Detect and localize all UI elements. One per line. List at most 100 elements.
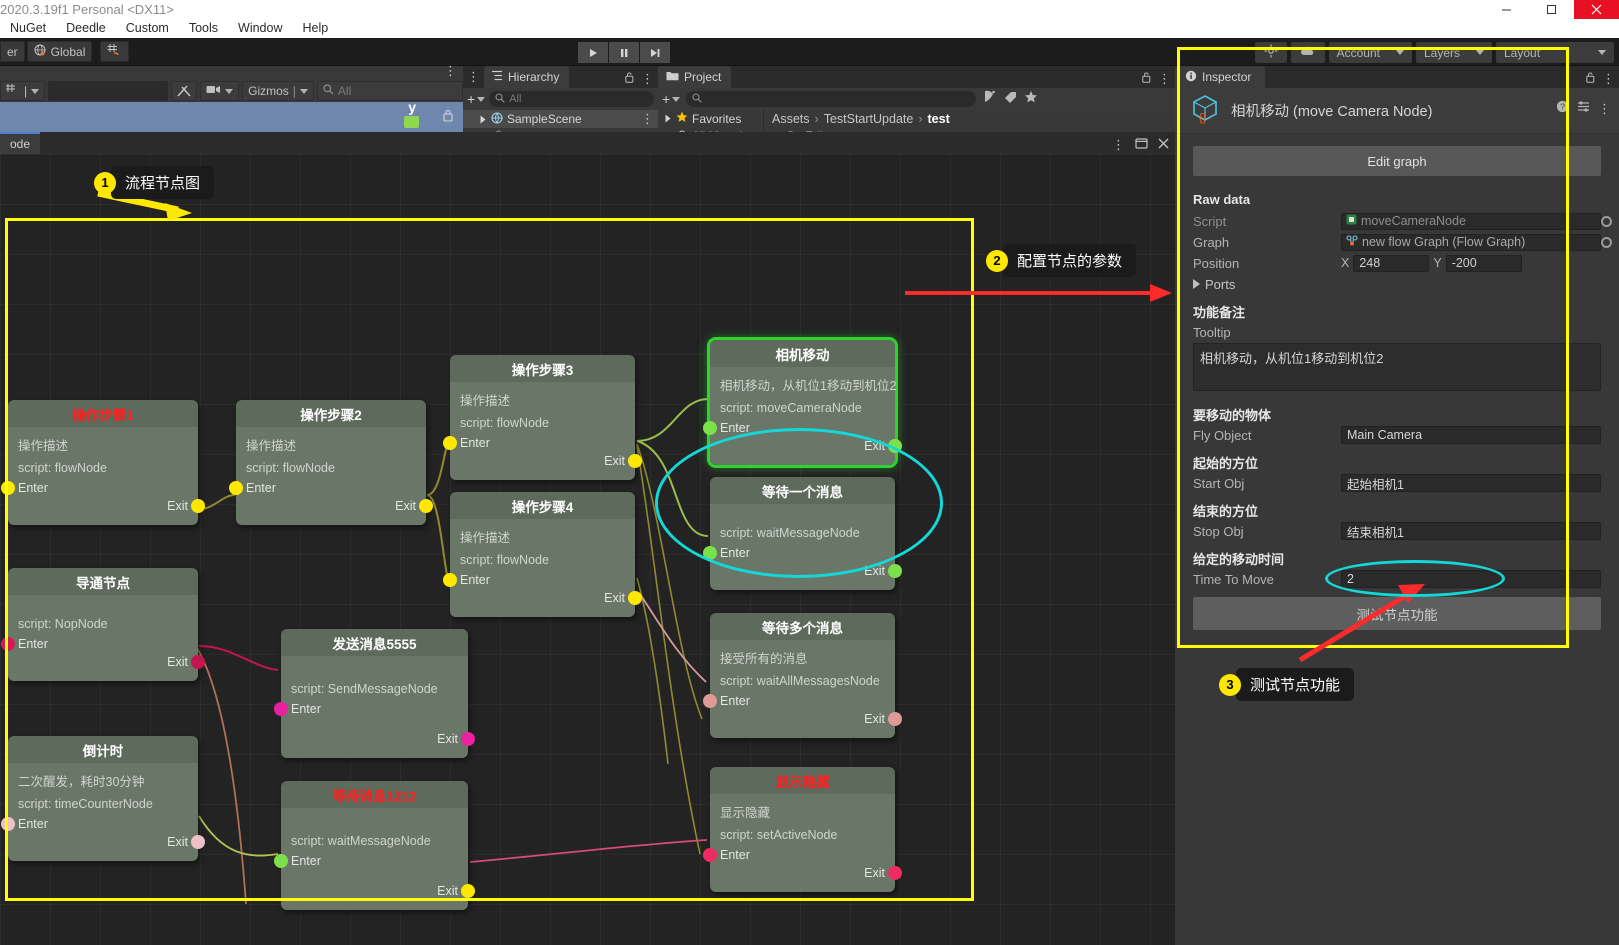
exit-port-dot[interactable] [191,655,205,669]
fly-object-input[interactable]: Main Camera [1341,426,1601,444]
graph-object-field[interactable]: new flow Graph (Flow Graph) [1341,233,1612,251]
position-x-input[interactable]: 248 [1353,254,1430,272]
ports-foldout[interactable]: Ports [1193,274,1601,294]
tooltip-textarea[interactable]: 相机移动，从机位1移动到机位2 [1193,343,1601,391]
hierarchy-menu-icon[interactable]: ⋮ [641,72,654,85]
kebab-menu-icon[interactable]: ⋮ [1598,102,1611,115]
cloud-button[interactable] [1290,42,1325,63]
step-button[interactable] [640,42,670,63]
breadcrumb-assets[interactable]: Assets [772,112,810,126]
exit-port-dot[interactable] [628,454,642,468]
exit-port-dot[interactable] [191,835,205,849]
panel-lock-icon[interactable] [1586,70,1595,88]
object-picker-icon[interactable] [1601,215,1612,227]
test-node-function-button[interactable]: 测试节点功能 [1193,597,1601,630]
object-picker-icon[interactable] [1601,236,1612,248]
chevron-down-icon[interactable] [665,114,671,123]
help-icon[interactable]: ? [1556,100,1569,118]
tab-inspector[interactable]: Inspector [1175,66,1266,88]
scene-search-input[interactable]: All [316,81,463,101]
account-dropdown[interactable]: Account [1328,42,1412,63]
enter-port-dot[interactable] [274,854,288,868]
enter-port-dot[interactable] [703,421,717,435]
scene-effects-button[interactable] [171,81,198,101]
graph-node-move-camera[interactable]: 相机移动 相机移动，从机位1移动到机位2 script: moveCameraN… [703,337,902,468]
enter-port-dot[interactable] [274,702,288,716]
pivot-handle-toggle[interactable]: er [0,41,25,62]
gizmos-dropdown[interactable]: Gizmos | [242,81,314,101]
hierarchy-left-menu-icon[interactable]: ⋮ [463,70,484,83]
time-to-move-input[interactable]: 2 [1341,570,1601,588]
hierarchy-row-menu-icon[interactable]: ⋮ [641,112,654,125]
position-y-input[interactable]: -200 [1445,254,1522,272]
exit-port-dot[interactable] [888,439,902,453]
gizmo-axis-y-handle[interactable] [404,116,419,128]
breadcrumb-teststartupdate[interactable]: TestStartUpdate [824,112,914,126]
draw-mode-dropdown[interactable]: | [0,81,46,101]
lock-icon[interactable] [443,109,453,127]
scene-viewport[interactable]: y [0,99,463,132]
graph-menu-icon[interactable]: ⋮ [1112,138,1125,151]
scene-view-mode-field[interactable] [48,81,169,101]
pause-button[interactable] [609,42,639,63]
exit-port-dot[interactable] [191,499,205,513]
exit-port-dot[interactable] [888,866,902,880]
graph-node-time-counter[interactable]: 倒计时 二次醒发，耗时30分钟 script: timeCounterNode … [1,736,205,861]
tab-flow-graph[interactable]: ode [0,132,41,154]
exit-port-dot[interactable] [628,591,642,605]
enter-port-dot[interactable] [1,637,15,651]
layout-dropdown[interactable]: Layout [1496,42,1614,63]
hierarchy-search-input[interactable]: All [489,91,654,107]
panel-lock-icon[interactable] [625,70,634,88]
menu-deedle[interactable]: Deedle [56,19,116,38]
menu-tools[interactable]: Tools [179,19,228,38]
layers-dropdown[interactable]: Layers [1415,42,1492,63]
graph-node-step2[interactable]: 操作步骤2 操作描述 script: flowNode Enter Exit [229,400,433,525]
enter-port-dot[interactable] [703,546,717,560]
chevron-right-icon[interactable] [1193,279,1200,289]
project-favorites-row[interactable]: Favorites [658,110,763,127]
tab-project[interactable]: Project [658,66,732,88]
graph-node-wait-all-messages[interactable]: 等待多个消息 接受所有的消息 script: waitAllMessagesNo… [703,613,902,738]
exit-port-dot[interactable] [461,884,475,898]
exit-port-dot[interactable] [419,499,433,513]
exit-port-dot[interactable] [888,564,902,578]
maximize-button[interactable] [1529,0,1574,19]
graph-node-send-message[interactable]: 发送消息5555 script: SendMessageNode Enter E… [274,629,475,758]
menu-nuget[interactable]: NuGet [0,19,56,38]
graph-node-step3[interactable]: 操作步骤3 操作描述 script: flowNode Enter Exit [443,355,642,480]
scene-camera-dropdown[interactable] [200,81,240,101]
enter-port-dot[interactable] [703,694,717,708]
graph-node-wait-message-1212[interactable]: 等待消息1212 script: waitMessageNode Enter E… [274,781,475,910]
search-by-type-icon[interactable] [982,89,998,109]
minimize-button[interactable] [1484,0,1529,19]
enter-port-dot[interactable] [443,573,457,587]
enter-port-dot[interactable] [1,817,15,831]
menu-custom[interactable]: Custom [116,19,179,38]
exit-port-dot[interactable] [461,732,475,746]
enter-port-dot[interactable] [1,481,15,495]
enter-port-dot[interactable] [229,481,243,495]
grid-snap-button[interactable] [100,41,130,62]
start-obj-input[interactable]: 起始相机1 [1341,474,1601,492]
project-search-input[interactable] [686,91,977,107]
graph-node-set-active[interactable]: 显示隐藏 显示隐藏 script: setActiveNode Enter Ex… [703,767,902,892]
scene-panel-menu-icon[interactable]: ⋮ [444,64,457,77]
project-add-button[interactable]: + [662,91,681,107]
collab-button[interactable] [1254,42,1287,63]
graph-node-wait-one-message[interactable]: 等待一个消息 script: waitMessageNode Enter Exi… [703,477,902,590]
global-space-toggle[interactable]: Global [26,41,93,62]
exit-port-dot[interactable] [888,712,902,726]
preset-icon[interactable] [1577,100,1590,118]
chevron-down-icon[interactable] [480,115,486,123]
menu-help[interactable]: Help [293,19,339,38]
enter-port-dot[interactable] [703,848,717,862]
edit-graph-button[interactable]: Edit graph [1193,146,1601,176]
stop-obj-input[interactable]: 结束相机1 [1341,522,1601,540]
graph-node-nop[interactable]: 导通节点 script: NopNode Enter Exit [1,568,205,681]
hierarchy-add-button[interactable]: + [467,91,486,107]
enter-port-dot[interactable] [443,436,457,450]
close-button[interactable] [1574,0,1619,19]
graph-node-step4[interactable]: 操作步骤4 操作描述 script: flowNode Enter Exit [443,492,642,617]
breadcrumb-test[interactable]: test [928,112,950,126]
